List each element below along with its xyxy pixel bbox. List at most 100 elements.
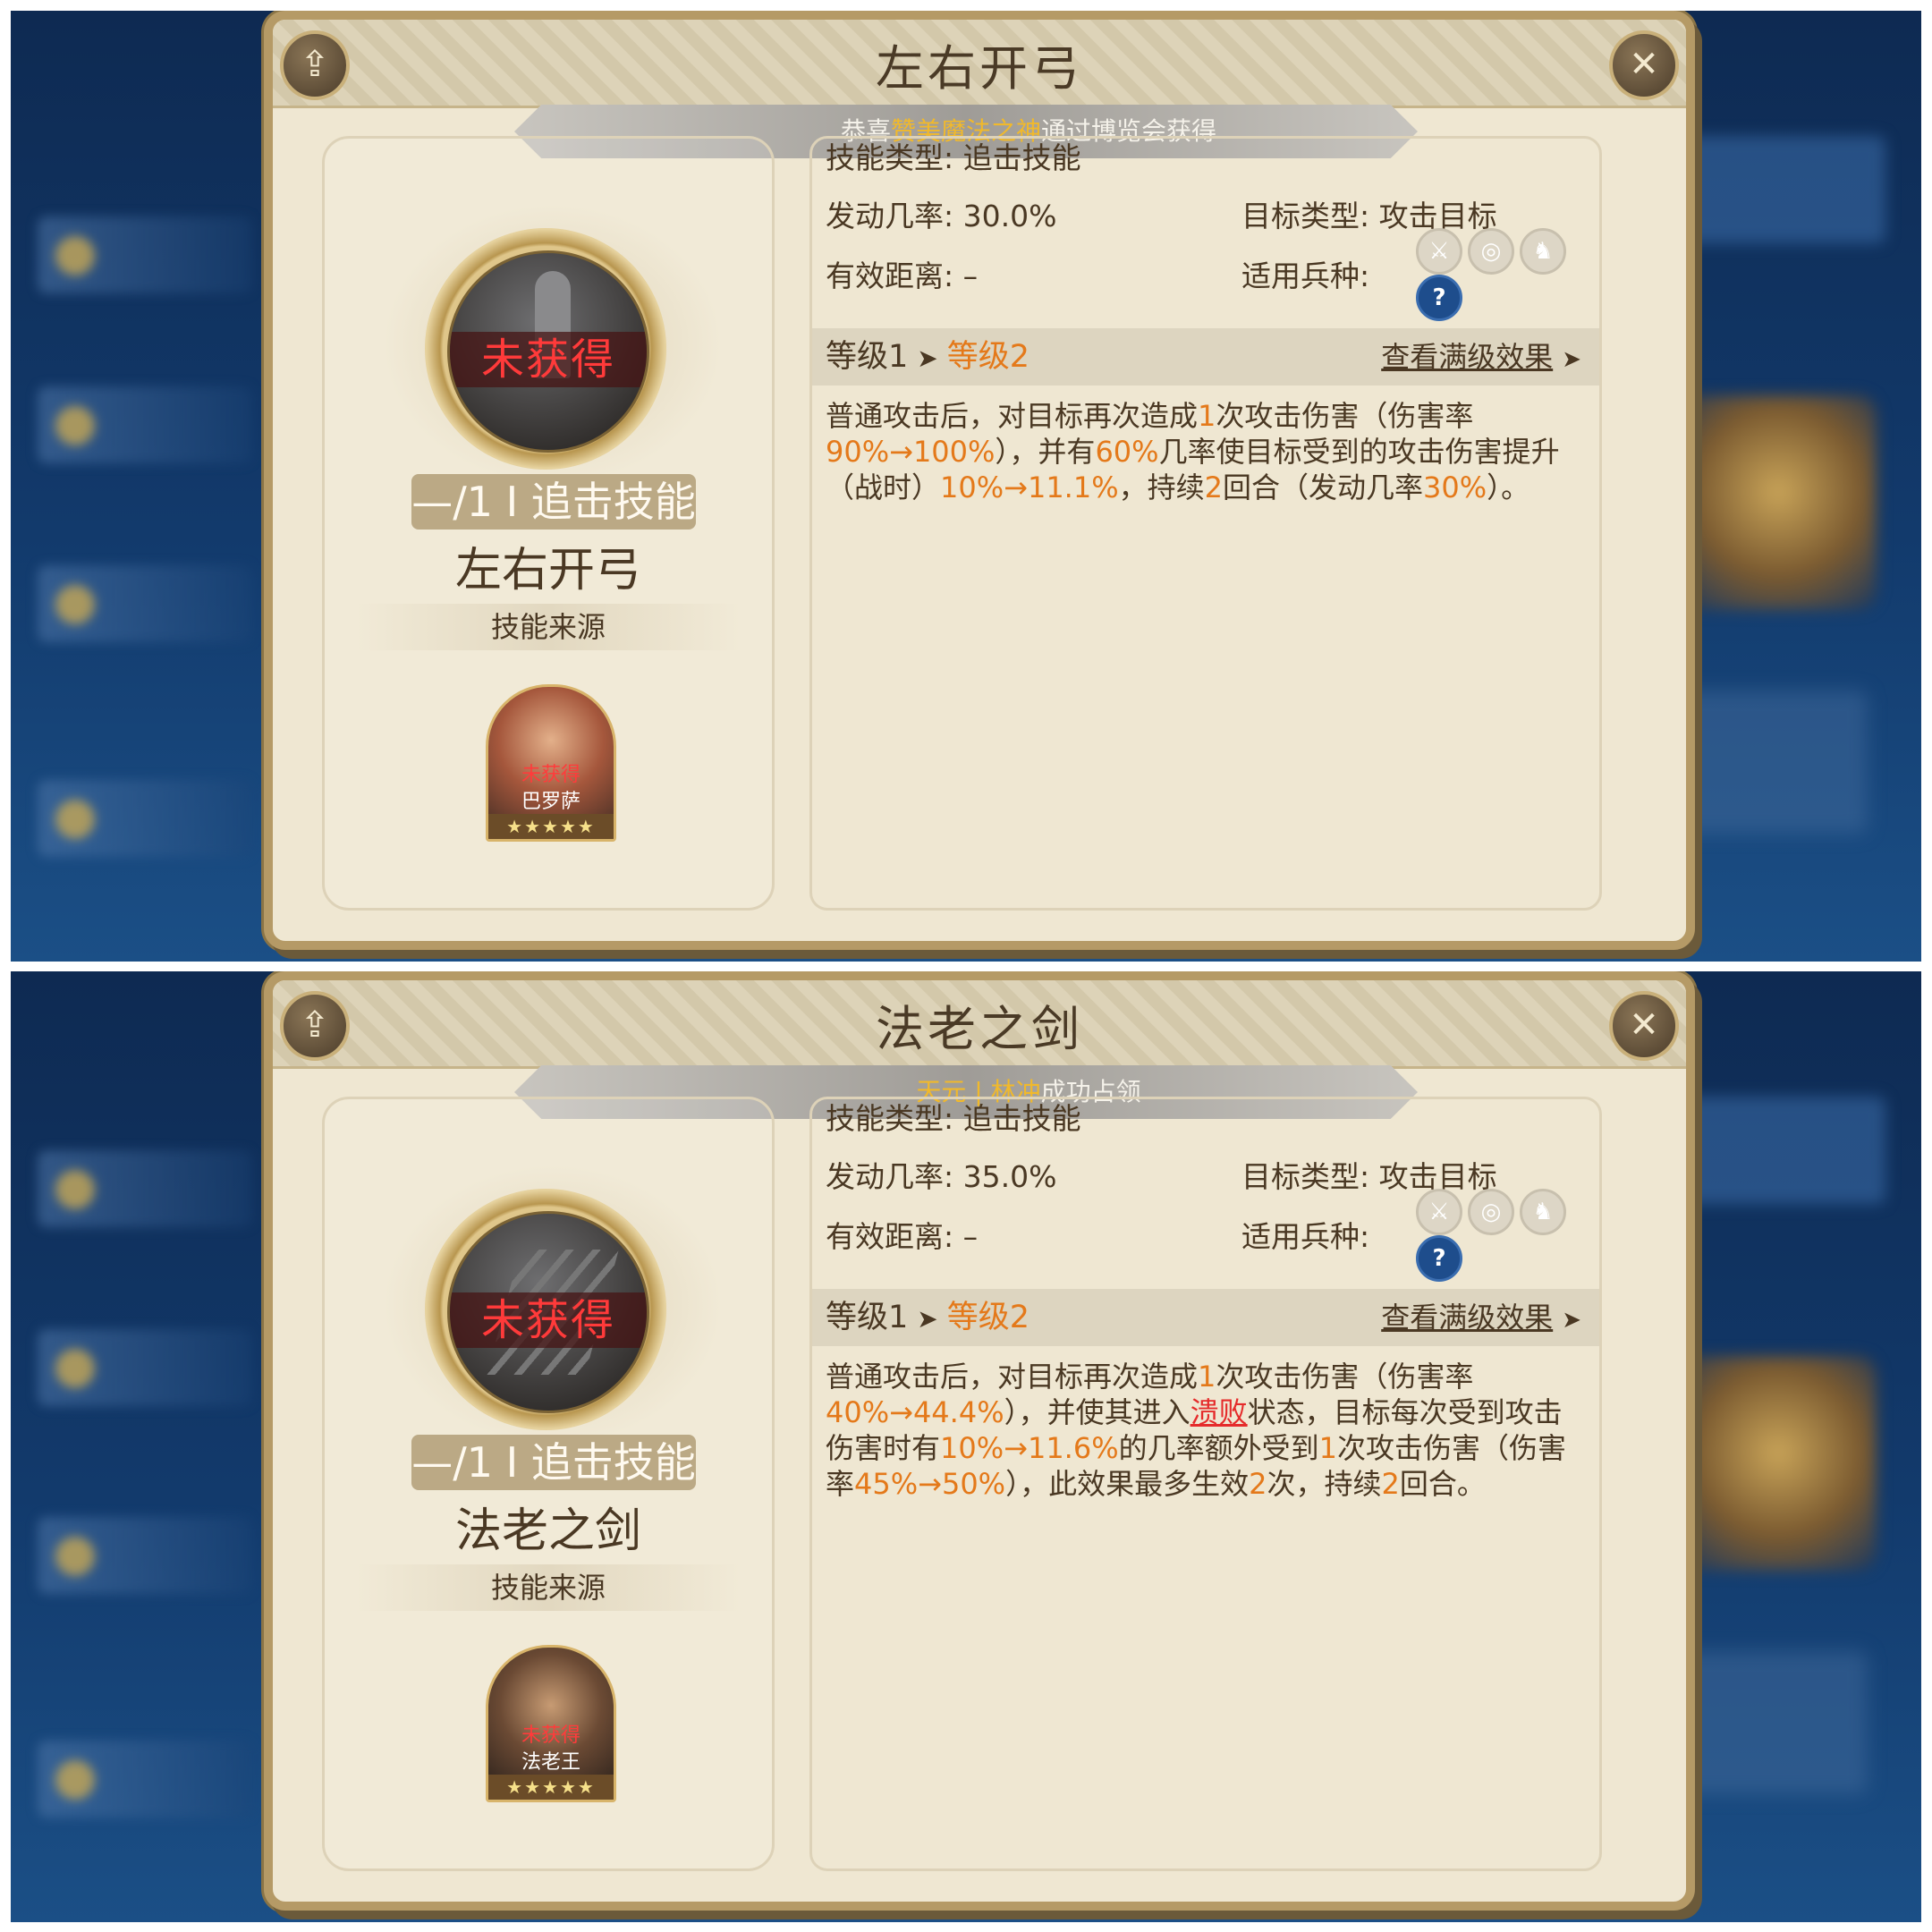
background-list-item	[38, 565, 252, 642]
sword-icon: ⚔	[1416, 228, 1462, 275]
skill-name: 法老之剑	[454, 1504, 641, 1558]
background-list-item	[38, 1741, 252, 1818]
background-list-item	[38, 780, 252, 857]
hero-stars: ★★★★★	[488, 1775, 614, 1800]
background-list-item	[38, 216, 252, 293]
dialog-header: ⇪ 左右开弓 ✕	[273, 20, 1686, 108]
trigger-rate-value: 30.0%	[962, 199, 1057, 233]
effective-range-row: 有效距离: –	[826, 252, 978, 295]
desc-value: 10%→11.1%	[940, 470, 1119, 504]
desc-value: 1	[1318, 1431, 1337, 1465]
troop-types: ⚔ ◎ ♞?	[1416, 1189, 1599, 1282]
background-list-item	[38, 1517, 252, 1594]
desc-value: 10%→11.6%	[940, 1431, 1119, 1465]
trigger-rate-row: 发动几率: 35.0%	[826, 1153, 1056, 1196]
trigger-rate-row: 发动几率: 30.0%	[826, 192, 1056, 235]
close-button[interactable]: ✕	[1609, 991, 1679, 1061]
desc-text: 回合。	[1399, 1467, 1486, 1501]
horse-icon: ♞	[1520, 228, 1566, 275]
dialog-title: 左右开弓	[876, 40, 1083, 97]
skill-type-value: 追击技能	[962, 1101, 1081, 1136]
trigger-rate-label: 发动几率:	[826, 1159, 954, 1194]
skill-name: 左右开弓	[454, 544, 641, 597]
chevron-right-icon: ➤	[1562, 1307, 1581, 1334]
skill-type-value: 追击技能	[962, 140, 1081, 175]
target-type-label: 目标类型:	[1241, 199, 1370, 233]
skill-source-label: 技能来源	[356, 1564, 741, 1611]
hero-card[interactable]: 未获得 法老王 ★★★★★	[486, 1645, 616, 1802]
skill-summary-panel: 未获得 —/1 I 追击技能 左右开弓 技能来源 未获得 巴罗萨 ★★★★★	[322, 136, 775, 911]
background-list-item	[38, 1329, 252, 1406]
level-next: 等级2	[946, 1300, 1030, 1335]
status-keyword-link[interactable]: 溃败	[1191, 1395, 1248, 1429]
effective-range-label: 有效距离:	[826, 1219, 954, 1254]
level-current: 等级1	[826, 1300, 909, 1335]
skill-medal: 未获得	[425, 228, 666, 470]
effective-range-value: –	[962, 258, 979, 293]
desc-text: 次攻击伤害（伤害率	[1216, 1360, 1474, 1394]
not-obtained-label: 未获得	[450, 1292, 647, 1348]
desc-value: 1	[1198, 399, 1216, 433]
trigger-rate-label: 发动几率:	[826, 199, 954, 233]
desc-value: 2	[1249, 1467, 1267, 1501]
dialog-header: ⇪ 法老之剑 ✕	[273, 980, 1686, 1069]
level-next: 等级2	[946, 339, 1030, 375]
desc-value: 60%	[1095, 435, 1159, 469]
skill-detail-panel: 技能类型: 追击技能 发动几率: 35.0% 目标类型: 攻击目标 有效距离: …	[809, 1097, 1602, 1871]
level-arrow-icon: ➤	[917, 1304, 938, 1334]
horse-icon: ♞	[1520, 1189, 1566, 1235]
level-progress: 等级1 ➤ 等级2	[826, 1289, 1030, 1348]
hero-name: 巴罗萨	[521, 791, 580, 813]
skill-description: 普通攻击后，对目标再次造成1次攻击伤害（伤害率40%→44.4%），并使其进入溃…	[826, 1359, 1586, 1502]
level-bar: 等级1 ➤ 等级2 查看满级效果 ➤	[812, 328, 1599, 386]
desc-value: 2	[1204, 470, 1223, 504]
dialog-title: 法老之剑	[876, 1001, 1083, 1057]
desc-value: 90%→100%	[826, 435, 996, 469]
target-icon: ◎	[1468, 1189, 1514, 1235]
desc-value: 30%	[1423, 470, 1487, 504]
not-obtained-label: 未获得	[450, 332, 647, 387]
background-list-item	[38, 386, 252, 463]
desc-text: ）。	[1487, 470, 1530, 504]
hero-card[interactable]: 未获得 巴罗萨 ★★★★★	[486, 684, 616, 842]
target-type-label: 目标类型:	[1241, 1159, 1370, 1194]
question-icon[interactable]: ?	[1416, 275, 1462, 321]
skill-type-tag: —/1 I 追击技能	[411, 474, 696, 530]
desc-value: 1	[1198, 1360, 1216, 1394]
effective-range-row: 有效距离: –	[826, 1213, 978, 1256]
skill-type-label: 技能类型:	[826, 140, 954, 175]
view-max-level-label: 查看满级效果	[1381, 1301, 1554, 1335]
background-panel	[1662, 1097, 1885, 1204]
close-button[interactable]: ✕	[1609, 30, 1679, 100]
skill-detail-panel: 技能类型: 追击技能 发动几率: 30.0% 目标类型: 攻击目标 有效距离: …	[809, 136, 1602, 911]
view-max-level-label: 查看满级效果	[1381, 340, 1554, 374]
skill-dialog: ⇪ 左右开弓 ✕ 恭喜赞美魔法之神通过博览会获得 未获得 —/1 I 追击技能 …	[264, 11, 1695, 950]
hero-status: 未获得	[521, 1724, 580, 1747]
effective-range-label: 有效距离:	[826, 258, 954, 293]
sword-icon: ⚔	[1416, 1189, 1462, 1235]
skill-description: 普通攻击后，对目标再次造成1次攻击伤害（伤害率90%→100%），并有60%几率…	[826, 398, 1586, 505]
question-icon[interactable]: ?	[1416, 1235, 1462, 1282]
close-icon: ✕	[1629, 44, 1659, 85]
skill-source-label: 技能来源	[356, 604, 741, 650]
hero-stars: ★★★★★	[488, 814, 614, 839]
desc-value: 45%→50%	[854, 1467, 1006, 1501]
desc-text: ），此效果最多生效	[1005, 1467, 1250, 1501]
desc-text: 的几率额外受到	[1118, 1431, 1319, 1465]
hero-name: 法老王	[521, 1751, 580, 1774]
chevron-right-icon: ➤	[1562, 346, 1581, 373]
skill-type-tag: —/1 I 追击技能	[411, 1435, 696, 1490]
desc-value: 40%→44.4%	[826, 1395, 1004, 1429]
skill-icon: 未获得	[447, 250, 649, 453]
skill-medal: 未获得	[425, 1189, 666, 1430]
background-panel	[1662, 136, 1885, 243]
troop-types-label: 适用兵种:	[1241, 258, 1370, 293]
effective-range-value: –	[962, 1219, 979, 1254]
close-icon: ✕	[1629, 1004, 1659, 1046]
view-max-level-link[interactable]: 查看满级效果 ➤	[1381, 328, 1581, 388]
view-max-level-link[interactable]: 查看满级效果 ➤	[1381, 1289, 1581, 1349]
background-character	[1680, 395, 1877, 610]
skill-dialog: ⇪ 法老之剑 ✕ 天元 | 林冲成功占领 未获得 —/1 I 追击技能 法老之剑…	[264, 971, 1695, 1911]
skill-summary-panel: 未获得 —/1 I 追击技能 法老之剑 技能来源 未获得 法老王 ★★★★★	[322, 1097, 775, 1871]
screenshot-bottom: ⇪ 法老之剑 ✕ 天元 | 林冲成功占领 未获得 —/1 I 追击技能 法老之剑…	[11, 971, 1921, 1922]
